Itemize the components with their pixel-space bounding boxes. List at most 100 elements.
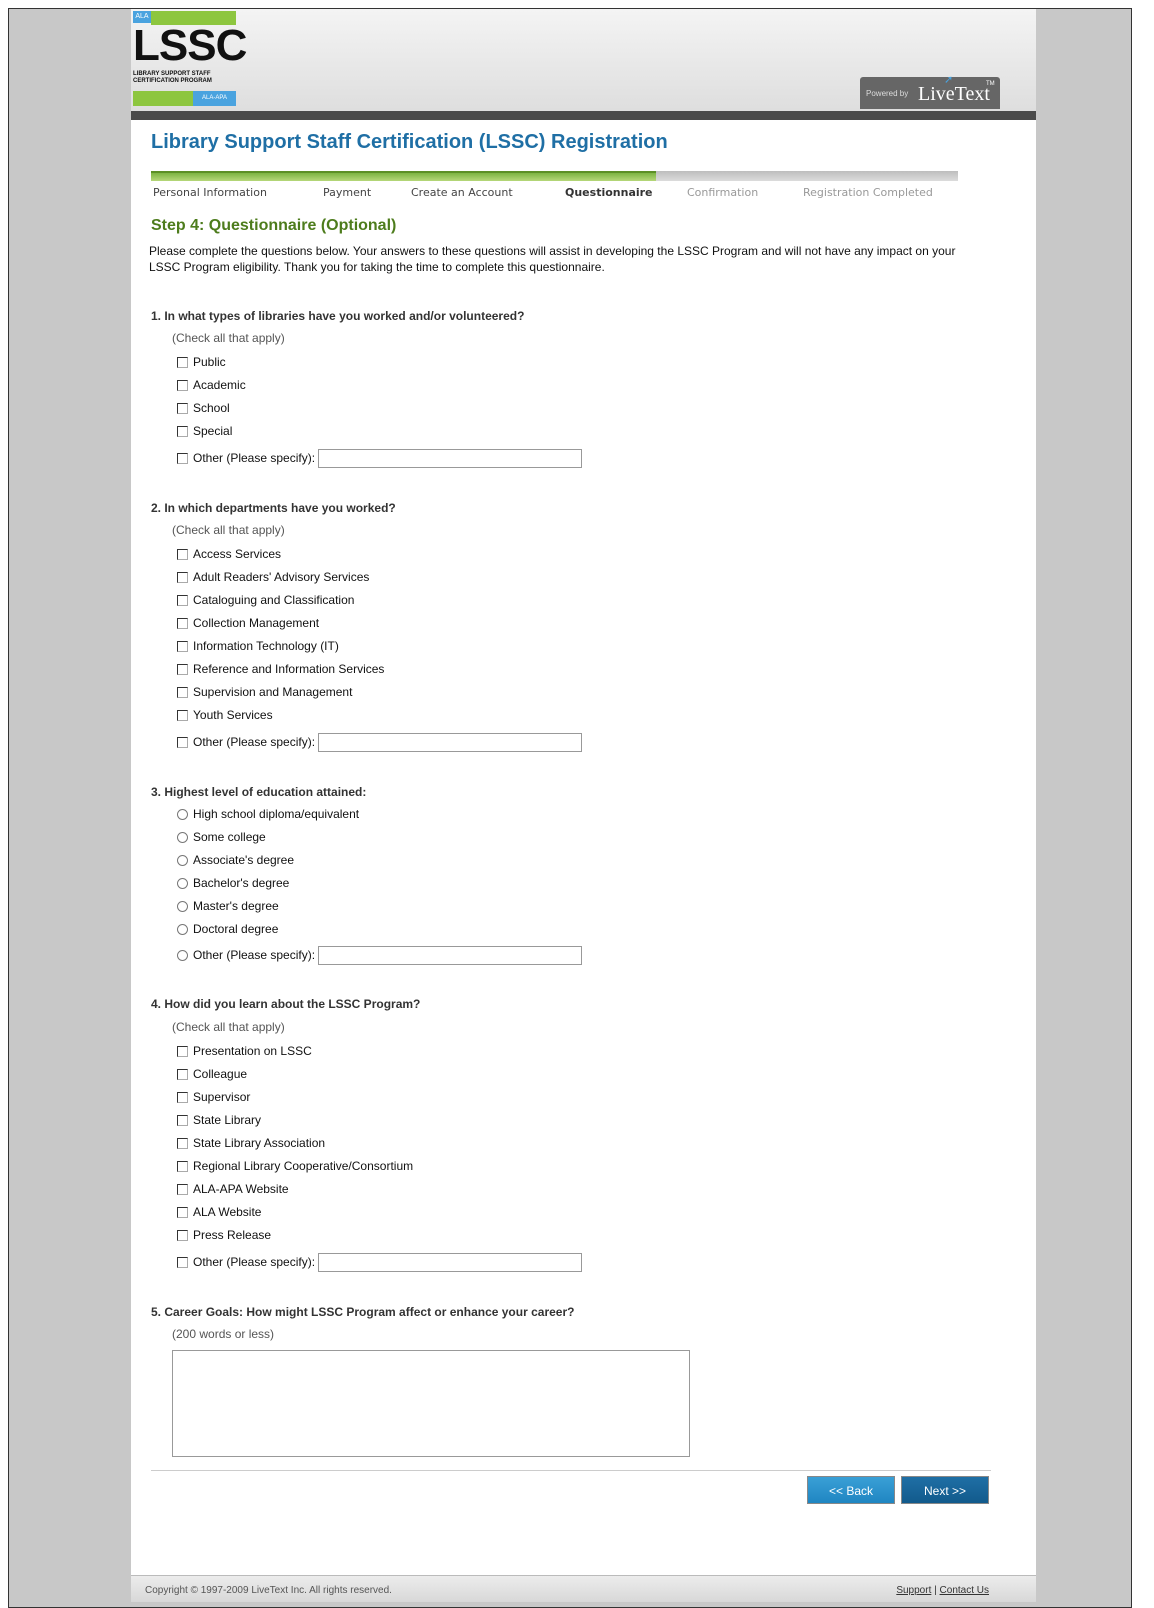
header: ALA LSSC LIBRARY SUPPORT STAFF CERTIFICA… — [131, 9, 1036, 120]
q2-option-supervision[interactable]: Supervision and Management — [177, 684, 352, 700]
checkbox[interactable] — [177, 1137, 188, 1149]
q3-option-high-school[interactable]: High school diploma/equivalent — [177, 806, 359, 822]
q4-option-state-library-assoc[interactable]: State Library Association — [177, 1135, 325, 1151]
q4-option-regional[interactable]: Regional Library Cooperative/Consortium — [177, 1158, 413, 1174]
q2-option-reference[interactable]: Reference and Information Services — [177, 661, 384, 677]
checkbox[interactable] — [177, 1256, 188, 1268]
q3-option-bachelors[interactable]: Bachelor's degree — [177, 875, 289, 891]
q3-option-other[interactable]: Other (Please specify): — [177, 944, 583, 966]
checkbox[interactable] — [177, 402, 188, 414]
progress-bar — [151, 171, 958, 181]
lssc-logo[interactable]: ALA LSSC LIBRARY SUPPORT STAFF CERTIFICA… — [133, 11, 247, 106]
checkbox[interactable] — [177, 356, 188, 368]
radio[interactable] — [177, 900, 188, 912]
option-label: State Library Association — [193, 1136, 326, 1150]
step-registration-completed: Registration Completed — [803, 186, 933, 199]
checkbox[interactable] — [177, 548, 188, 560]
option-label: Doctoral degree — [193, 922, 279, 936]
footer-links: Support | Contact Us — [896, 1585, 989, 1596]
q4-other-input[interactable] — [318, 1252, 583, 1272]
q2-option-access-services[interactable]: Access Services — [177, 546, 281, 562]
logo-bottom-tag: ALA-APA — [193, 91, 236, 106]
checkbox[interactable] — [177, 571, 188, 583]
option-label: State Library — [193, 1113, 262, 1127]
checkbox[interactable] — [177, 425, 188, 437]
q3-option-masters[interactable]: Master's degree — [177, 898, 279, 914]
checkbox[interactable] — [177, 1114, 188, 1126]
option-label: Associate's degree — [193, 853, 295, 867]
q1-option-public[interactable]: Public — [177, 354, 226, 370]
q3-option-associates[interactable]: Associate's degree — [177, 852, 294, 868]
checkbox[interactable] — [177, 1045, 188, 1057]
next-button[interactable]: Next >> — [901, 1476, 989, 1504]
checkbox[interactable] — [177, 594, 188, 606]
option-label: High school diploma/equivalent — [193, 807, 360, 821]
q2-option-youth[interactable]: Youth Services — [177, 707, 273, 723]
step-personal-information: Personal Information — [153, 186, 267, 199]
question-1-title: 1. In what types of libraries have you w… — [151, 309, 525, 323]
checkbox[interactable] — [177, 1183, 188, 1195]
checkbox[interactable] — [177, 1091, 188, 1103]
back-button[interactable]: << Back — [807, 1476, 895, 1504]
option-label: Academic — [193, 378, 246, 392]
option-label: Presentation on LSSC — [193, 1044, 312, 1058]
q2-option-adult-readers[interactable]: Adult Readers' Advisory Services — [177, 569, 369, 585]
q1-option-other[interactable]: Other (Please specify): — [177, 447, 583, 469]
checkbox[interactable] — [177, 1160, 188, 1172]
question-1-hint: (Check all that apply) — [172, 331, 285, 345]
support-link[interactable]: Support — [896, 1585, 931, 1596]
q4-option-presentation[interactable]: Presentation on LSSC — [177, 1043, 312, 1059]
q1-other-input[interactable] — [318, 448, 583, 468]
copyright: Copyright © 1997-2009 LiveText Inc. All … — [145, 1585, 392, 1596]
q2-option-other[interactable]: Other (Please specify): — [177, 731, 583, 753]
q4-option-colleague[interactable]: Colleague — [177, 1066, 247, 1082]
q2-other-input[interactable] — [318, 732, 583, 752]
option-label: Information Technology (IT) — [193, 639, 339, 653]
q4-option-ala-website[interactable]: ALA Website — [177, 1204, 261, 1220]
checkbox[interactable] — [177, 736, 188, 748]
radio[interactable] — [177, 808, 188, 820]
option-label: Reference and Information Services — [193, 662, 385, 676]
option-label: Press Release — [193, 1228, 272, 1242]
progress-bar-fill — [151, 171, 656, 181]
radio[interactable] — [177, 877, 188, 889]
checkbox[interactable] — [177, 640, 188, 652]
checkbox[interactable] — [177, 379, 188, 391]
q3-other-input[interactable] — [318, 945, 583, 965]
intro-text: Please complete the questions below. You… — [149, 244, 956, 274]
option-label: Regional Library Cooperative/Consortium — [193, 1159, 414, 1173]
checkbox[interactable] — [177, 1229, 188, 1241]
radio[interactable] — [177, 923, 188, 935]
q3-option-doctoral[interactable]: Doctoral degree — [177, 921, 278, 937]
q4-option-state-library[interactable]: State Library — [177, 1112, 261, 1128]
option-label: ALA-APA Website — [193, 1182, 289, 1196]
checkbox[interactable] — [177, 452, 188, 464]
q4-option-ala-apa-website[interactable]: ALA-APA Website — [177, 1181, 289, 1197]
q4-option-supervisor[interactable]: Supervisor — [177, 1089, 250, 1105]
radio[interactable] — [177, 831, 188, 843]
radio[interactable] — [177, 949, 188, 961]
q3-option-some-college[interactable]: Some college — [177, 829, 266, 845]
q4-option-press-release[interactable]: Press Release — [177, 1227, 271, 1243]
option-label: ALA Website — [193, 1205, 262, 1219]
radio[interactable] — [177, 854, 188, 866]
checkbox[interactable] — [177, 1068, 188, 1080]
q1-option-academic[interactable]: Academic — [177, 377, 246, 393]
checkbox[interactable] — [177, 617, 188, 629]
option-label: Cataloguing and Classification — [193, 593, 355, 607]
checkbox[interactable] — [177, 709, 188, 721]
contact-us-link[interactable]: Contact Us — [940, 1585, 989, 1596]
q2-option-cataloguing[interactable]: Cataloguing and Classification — [177, 592, 354, 608]
powered-by-livetext[interactable]: Powered by ➚ LiveText TM — [860, 74, 1000, 109]
option-label: Collection Management — [193, 616, 320, 630]
checkbox[interactable] — [177, 1206, 188, 1218]
q2-option-collection[interactable]: Collection Management — [177, 615, 319, 631]
career-goals-textarea[interactable] — [172, 1350, 690, 1457]
q1-option-school[interactable]: School — [177, 400, 230, 416]
q1-option-special[interactable]: Special — [177, 423, 232, 439]
q2-option-it[interactable]: Information Technology (IT) — [177, 638, 339, 654]
checkbox[interactable] — [177, 686, 188, 698]
q4-option-other[interactable]: Other (Please specify): — [177, 1251, 583, 1273]
checkbox[interactable] — [177, 663, 188, 675]
divider — [151, 1470, 991, 1471]
